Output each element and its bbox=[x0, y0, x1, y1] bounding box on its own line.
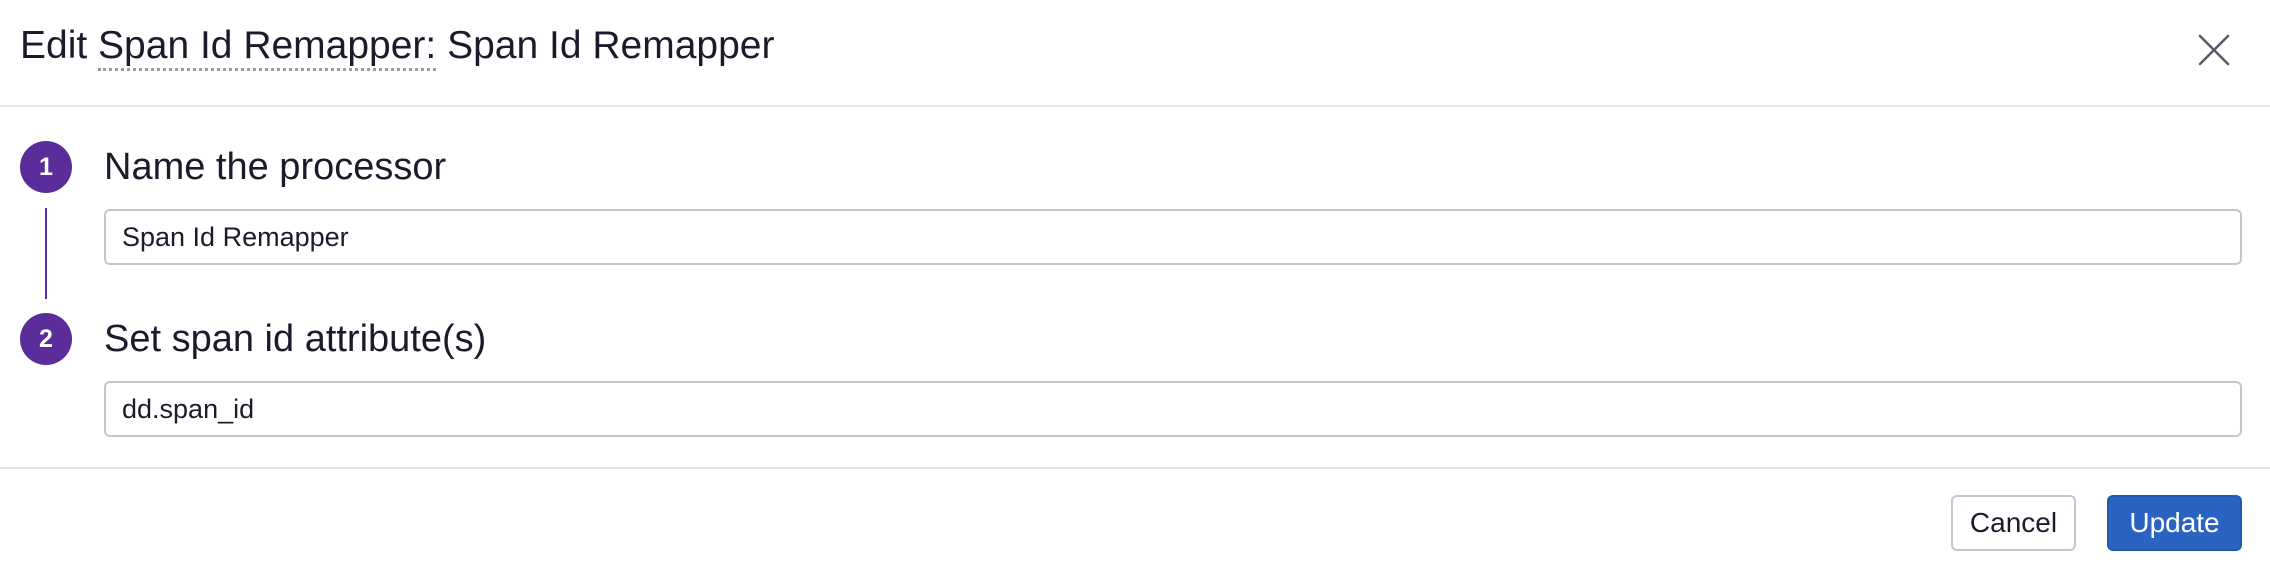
modal-body: 1 Name the processor 2 Set span id attri… bbox=[0, 107, 2270, 469]
modal-title: Edit Span Id Remapper: Span Id Remapper bbox=[20, 20, 774, 72]
step-connector bbox=[45, 208, 47, 299]
cancel-button[interactable]: Cancel bbox=[1951, 495, 2076, 551]
processor-name-input[interactable] bbox=[104, 209, 2242, 265]
modal-header: Edit Span Id Remapper: Span Id Remapper bbox=[0, 0, 2270, 107]
update-button[interactable]: Update bbox=[2107, 495, 2242, 551]
edit-processor-modal: Edit Span Id Remapper: Span Id Remapper … bbox=[0, 0, 2270, 564]
processor-type-tooltip[interactable]: Span Id Remapper: bbox=[98, 24, 437, 71]
step-1-badge: 1 bbox=[20, 141, 72, 193]
step-2-badge: 2 bbox=[20, 313, 72, 365]
step-1-title: Name the processor bbox=[104, 146, 447, 188]
span-id-attribute-input[interactable] bbox=[104, 381, 2242, 437]
step-2-title: Set span id attribute(s) bbox=[104, 318, 487, 360]
modal-footer: Cancel Update bbox=[0, 469, 2270, 564]
title-prefix: Edit bbox=[20, 24, 99, 67]
title-processor-name: Span Id Remapper bbox=[436, 24, 775, 67]
close-icon bbox=[2198, 34, 2230, 66]
close-button[interactable] bbox=[2186, 22, 2242, 78]
